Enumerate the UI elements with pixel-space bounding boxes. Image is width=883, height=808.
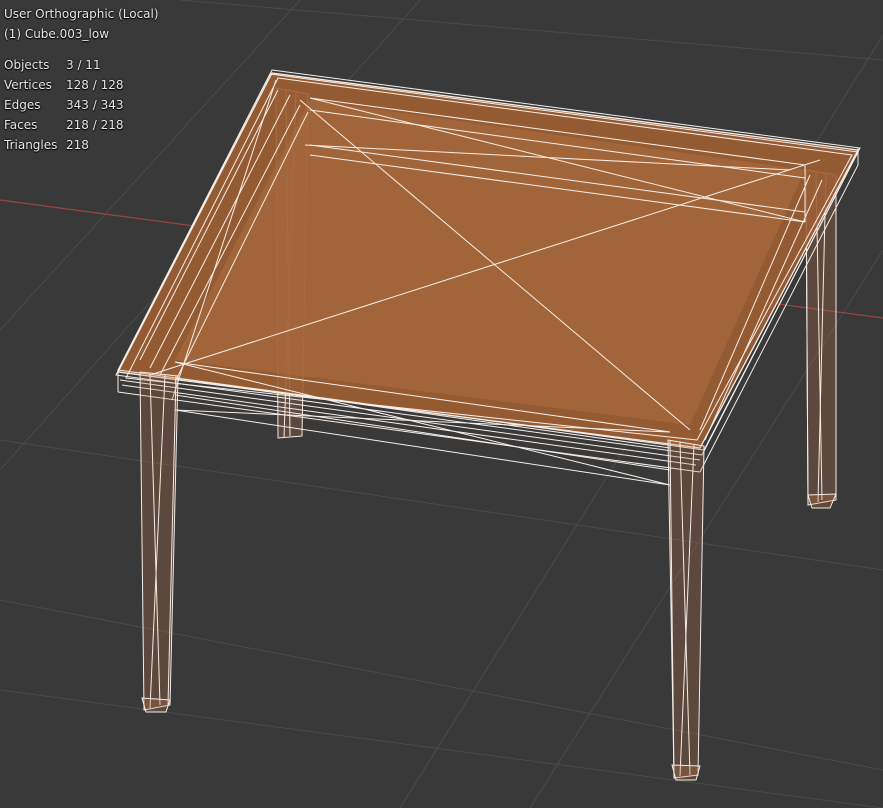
- table-leg-front-left: [139, 371, 179, 713]
- table-mesh[interactable]: [115, 69, 861, 781]
- viewport-canvas[interactable]: [0, 0, 883, 808]
- 3d-viewport[interactable]: User Orthographic (Local) (1) Cube.003_l…: [0, 0, 883, 808]
- table-leg-front-right: [667, 439, 705, 781]
